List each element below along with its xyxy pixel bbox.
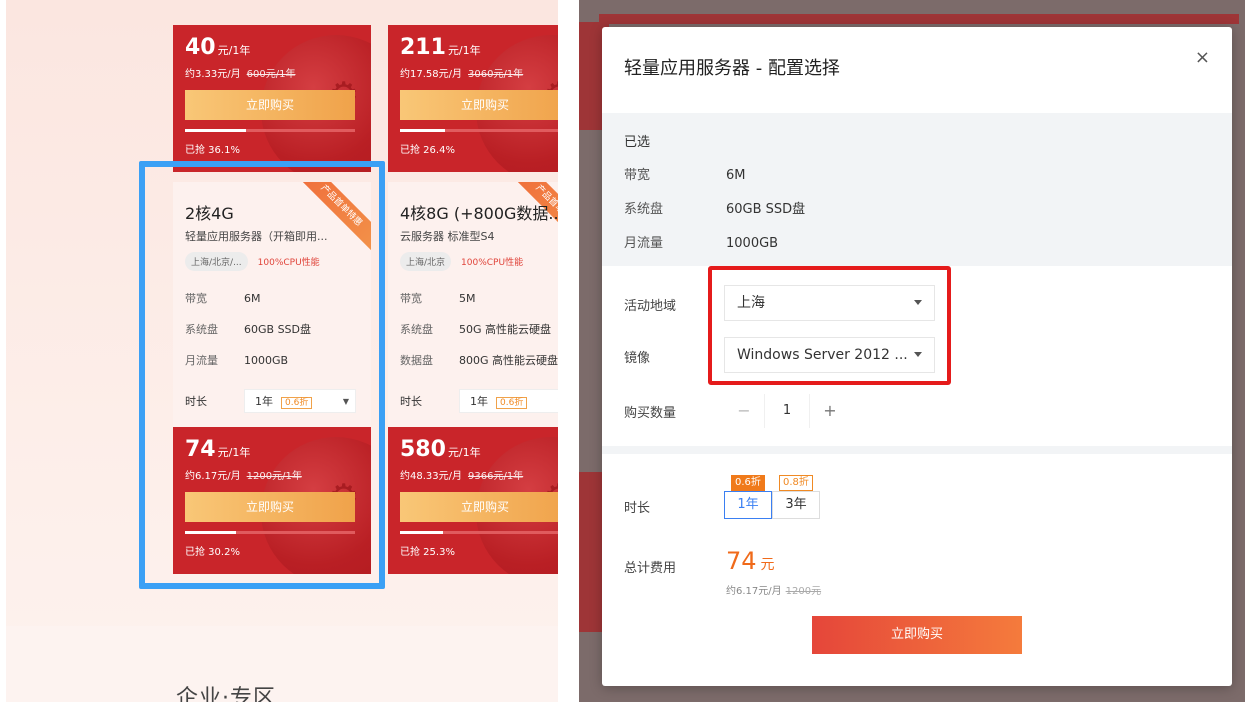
section-title: 企业·专区 bbox=[176, 686, 276, 702]
summary-heading: 已选 bbox=[624, 135, 651, 150]
duration-option-3y[interactable]: 0.8折 3年 bbox=[772, 475, 820, 519]
divider bbox=[602, 446, 1232, 454]
spec-row: 数据盘 800G 高性能云硬盘 bbox=[400, 354, 558, 367]
duration-options: 0.6折 1年 0.8折 3年 bbox=[724, 475, 820, 519]
sold-progress bbox=[185, 129, 355, 132]
sold-text: 已抢 25.3% bbox=[400, 547, 455, 558]
duration-label: 时长 bbox=[400, 395, 422, 408]
sold-text: 已抢 26.4% bbox=[400, 145, 455, 156]
price: 211 元/1年 bbox=[400, 35, 481, 60]
sold-text: 已抢 36.1% bbox=[185, 145, 240, 156]
plus-button[interactable]: + bbox=[810, 394, 850, 428]
product-spec-card[interactable]: 产品首单特惠 4核8G (+800G数据... 云服务器 标准型S4 上海/北京… bbox=[388, 182, 558, 427]
total-monthly: 约6.17元/月 1200元 bbox=[726, 586, 822, 597]
summary-row: 带宽 6M bbox=[624, 168, 746, 183]
close-icon[interactable]: × bbox=[1195, 47, 1210, 68]
dialog-title: 轻量应用服务器 - 配置选择 bbox=[624, 58, 840, 79]
image-label: 镜像 bbox=[624, 351, 651, 366]
buy-button[interactable]: 立即购买 bbox=[185, 90, 355, 120]
duration-option-1y[interactable]: 0.6折 1年 bbox=[724, 475, 772, 519]
region-label: 活动地域 bbox=[624, 299, 677, 314]
cpu-tag: 100%CPU性能 bbox=[461, 258, 524, 268]
sold-progress bbox=[400, 531, 558, 534]
discount-badge: 0.6折 bbox=[731, 475, 765, 491]
monthly-price: 约48.33元/月 9366元/1年 bbox=[400, 471, 524, 482]
summary-row: 系统盘 60GB SSD盘 bbox=[624, 202, 806, 217]
highlight-annotation bbox=[139, 161, 385, 589]
summary-row: 月流量 1000GB bbox=[624, 236, 779, 251]
quantity-stepper[interactable]: − 1 + bbox=[724, 394, 850, 428]
duration-select[interactable]: 1年0.6折▼ bbox=[459, 389, 558, 413]
product-subtitle: 云服务器 标准型S4 bbox=[400, 230, 495, 243]
quantity-value[interactable]: 1 bbox=[764, 394, 810, 428]
discount-badge: 0.8折 bbox=[779, 475, 813, 491]
spec-row: 带宽 5M bbox=[400, 292, 476, 305]
discount-badge: 0.6折 bbox=[496, 397, 528, 409]
price-card: ⚙ 40元/1年 约3.33元/月600元/1年 立即购买 已抢 36.1% bbox=[173, 25, 371, 172]
sold-progress bbox=[400, 129, 558, 132]
region-tag: 上海/北京 bbox=[400, 252, 452, 271]
total-price: 74 元 bbox=[726, 547, 775, 575]
price-card: ⚙ 580元/1年 约48.33元/月9366元/1年 立即购买 已抢 25.3… bbox=[388, 427, 558, 574]
config-dialog: 轻量应用服务器 - 配置选择 × 已选 带宽 6M 系统盘 60GB SSD盘 月流… bbox=[602, 27, 1232, 686]
total-label: 总计费用 bbox=[624, 561, 677, 576]
price-card: ⚙ 211元/1年 约17.58元/月3060元/1年 立即购买 已抢 26.4… bbox=[388, 25, 558, 172]
quantity-label: 购买数量 bbox=[624, 406, 677, 421]
product-title: 4核8G (+800G数据... bbox=[400, 204, 558, 223]
price: 40 元/1年 bbox=[185, 35, 251, 60]
duration-label: 时长 bbox=[624, 501, 651, 516]
section-band bbox=[6, 626, 558, 702]
selected-summary: 已选 带宽 6M 系统盘 60GB SSD盘 月流量 1000GB bbox=[602, 113, 1232, 266]
buy-button[interactable]: 立即购买 bbox=[400, 492, 558, 522]
price: 580 元/1年 bbox=[400, 437, 481, 462]
minus-button[interactable]: − bbox=[724, 394, 764, 428]
monthly-price: 约3.33元/月 600元/1年 bbox=[185, 69, 296, 80]
buy-button[interactable]: 立即购买 bbox=[400, 90, 558, 120]
spec-row: 系统盘 50G 高性能云硬盘 bbox=[400, 323, 552, 336]
monthly-price: 约17.58元/月 3060元/1年 bbox=[400, 69, 524, 80]
buy-now-button[interactable]: 立即购买 bbox=[812, 616, 1022, 654]
highlight-annotation bbox=[708, 266, 951, 385]
